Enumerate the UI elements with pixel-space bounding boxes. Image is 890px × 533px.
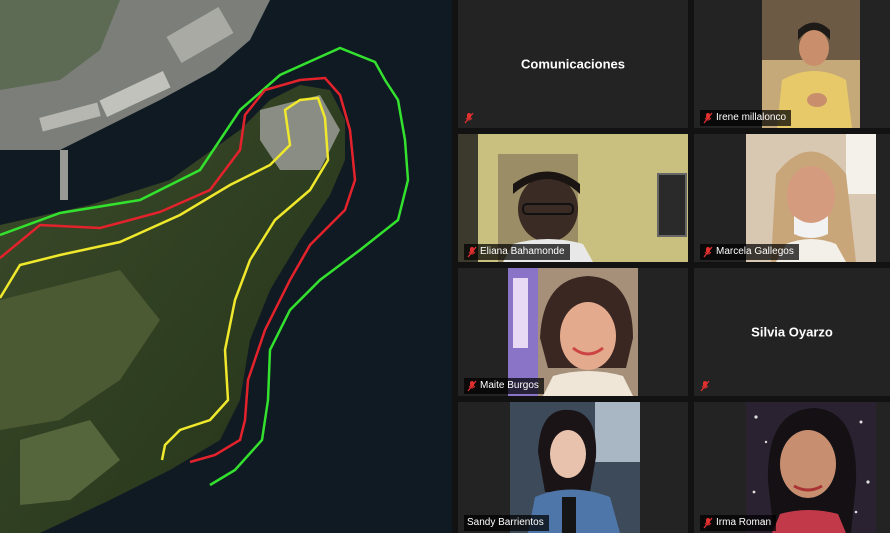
person-silhouette: [508, 268, 638, 396]
participant-name: Irene millalonco: [716, 112, 787, 123]
participant-tile[interactable]: Sandy Barrientos: [458, 402, 688, 533]
participant-name: Silvia Oyarzo: [751, 324, 833, 340]
mic-muted-icon: [467, 380, 477, 392]
satellite-map-image: [0, 0, 452, 533]
participant-name: Sandy Barrientos: [467, 517, 544, 528]
mic-muted-icon: [703, 246, 713, 258]
participant-nameplate: Eliana Bahamonde: [464, 244, 570, 260]
participant-nameplate: Maite Burgos: [464, 378, 544, 394]
participant-tile[interactable]: Eliana Bahamonde: [458, 134, 688, 262]
person-silhouette: [458, 134, 688, 262]
participant-tile[interactable]: Irene millalonco: [694, 0, 890, 128]
participant-tile[interactable]: Maite Burgos: [458, 268, 688, 396]
participant-tile[interactable]: Marcela Gallegos: [694, 134, 890, 262]
participant-name: Marcela Gallegos: [716, 246, 794, 257]
participant-name: Eliana Bahamonde: [480, 246, 565, 257]
mic-muted-icon: [703, 517, 713, 529]
participant-video: [746, 402, 876, 533]
participant-tile[interactable]: Silvia Oyarzo: [694, 268, 890, 396]
participant-nameplate: Irma Roman: [700, 515, 777, 531]
shared-screen-map: [0, 0, 452, 533]
participant-nameplate: Sandy Barrientos: [464, 515, 549, 531]
participant-video: [762, 0, 860, 128]
person-silhouette: [746, 402, 876, 533]
participant-nameplate: Marcela Gallegos: [700, 244, 799, 260]
participant-tile[interactable]: Irma Roman: [694, 402, 890, 533]
participant-name: Irma Roman: [716, 517, 772, 528]
participant-name: Maite Burgos: [480, 380, 539, 391]
participant-video: [746, 134, 876, 262]
participant-video: [458, 134, 688, 262]
mic-muted-icon: [700, 380, 710, 392]
mic-muted-icon: [464, 112, 474, 124]
participant-name: Comunicaciones: [520, 56, 626, 72]
video-gallery: Comunicaciones Irene millalonco Eliana B…: [452, 0, 890, 533]
person-silhouette: [746, 134, 876, 262]
participant-tile[interactable]: Comunicaciones: [458, 0, 688, 128]
mic-muted-icon: [703, 112, 713, 124]
person-silhouette: [510, 402, 640, 533]
participant-video: [508, 268, 638, 396]
mic-muted-icon: [467, 246, 477, 258]
participant-video: [510, 402, 640, 533]
participant-nameplate: Irene millalonco: [700, 110, 792, 126]
person-silhouette: [762, 0, 860, 128]
